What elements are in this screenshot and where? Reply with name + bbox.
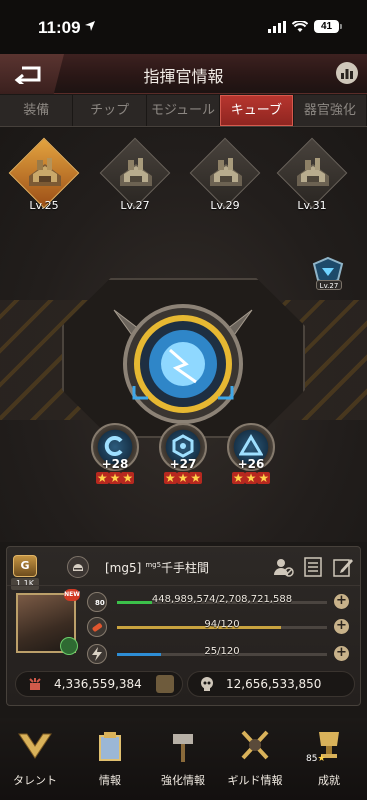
vip-badge-icon — [60, 637, 78, 655]
signal-icon — [268, 20, 286, 33]
gem-c-icon — [104, 436, 123, 456]
nav-label: 強化情報 — [161, 774, 205, 787]
nav-label: ギルド情報 — [227, 774, 283, 787]
achievement-points: 85★ — [306, 754, 326, 764]
page-title: 指揮官情報 — [143, 67, 224, 86]
energy-row: 25/120 + — [83, 643, 353, 665]
tab-equipment[interactable]: 装備 — [0, 95, 74, 126]
header-actions — [272, 556, 354, 578]
nav-guild-info[interactable]: ギルド情報 — [220, 728, 290, 788]
nav-label: タレント — [13, 774, 57, 787]
status-bar: 11:09 41 — [0, 0, 367, 54]
location-arrow-icon — [85, 21, 95, 31]
player-name-text: 千手柱間 — [161, 561, 210, 575]
new-badge: NEW — [64, 589, 80, 601]
commander-portrait[interactable]: NEW — [16, 589, 80, 655]
tab-organ-enhance[interactable]: 器官強化 — [294, 95, 367, 126]
building-icon — [120, 158, 152, 186]
building-icon — [297, 158, 329, 186]
helmet-icon — [67, 556, 89, 578]
commander-level: 80 — [95, 599, 105, 607]
cube-level-badge[interactable]: Lv.27 — [308, 256, 348, 294]
nav-talent[interactable]: タレント — [0, 728, 70, 788]
building-icon — [210, 158, 242, 186]
side-badge-level: Lv.27 — [316, 280, 342, 290]
building-icon — [29, 158, 61, 186]
gem-bonus: +27 — [169, 457, 197, 471]
cube-building-slot[interactable]: Lv.29 — [189, 137, 261, 214]
bottom-nav: タレント 情報 強化情報 ギルド情報 85★ 成就 — [0, 718, 367, 800]
tab-cube[interactable]: キューブ — [220, 95, 294, 126]
gem-stars: ★ ★ ★ — [231, 471, 271, 485]
exp-value: 448,989,574/2,708,721,588 — [151, 594, 293, 605]
exp-row: 80 448,989,574/2,708,721,588 + — [83, 591, 353, 613]
nav-enhance-info[interactable]: 強化情報 — [148, 728, 218, 788]
rank-value: 1.1K — [11, 578, 39, 590]
nav-achievement[interactable]: 85★ 成就 — [294, 728, 364, 788]
stamina-value: 94/120 — [204, 619, 240, 630]
list-icon[interactable] — [302, 556, 324, 578]
building-level: Lv.31 — [297, 199, 327, 212]
cube-area: Lv.25 Lv.27 Lv.29 Lv.31 Lv.27 +28 ★ ★ ★ … — [0, 128, 367, 542]
crossed-swords-icon — [241, 730, 269, 760]
wifi-icon — [292, 20, 308, 32]
rank-badge[interactable]: G — [13, 555, 37, 577]
cube-gem-slot[interactable]: +26 ★ ★ ★ — [224, 423, 278, 487]
cube-gem-slot[interactable]: +28 ★ ★ ★ — [88, 423, 142, 487]
stamina-row: 94/120 + — [83, 616, 353, 638]
stats-button[interactable] — [336, 62, 358, 84]
cube-building-slot[interactable]: Lv.25 — [8, 137, 80, 214]
player-name: [mg5] mg5千手柱間 — [105, 559, 209, 576]
building-level: Lv.25 — [29, 199, 59, 212]
status-icons: 41 — [268, 20, 342, 33]
cube-building-slot[interactable]: Lv.31 — [276, 137, 348, 214]
exp-add-button[interactable]: + — [334, 594, 349, 609]
bar-chart-icon — [341, 69, 353, 79]
kills-box: 12,656,533,850 — [187, 671, 355, 697]
rank-letter: G — [20, 559, 30, 572]
energy-value: 25/120 — [204, 646, 240, 657]
gem-bonus: +26 — [237, 457, 265, 471]
stamina-add-button[interactable]: + — [334, 619, 349, 634]
building-level: Lv.27 — [120, 199, 150, 212]
commander-panel: G 1.1K [mg5] mg5千手柱間 NEW 80 448,989,574/2… — [6, 546, 361, 706]
power-box: 4,336,559,384 — [15, 671, 183, 697]
tab-chip[interactable]: チップ — [73, 95, 147, 126]
level-badge: 80 — [87, 592, 107, 612]
nav-label: 成就 — [318, 774, 340, 787]
panel-divider — [7, 585, 360, 586]
cube-gem-slot[interactable]: +27 ★ ★ ★ — [156, 423, 210, 487]
nav-label: 情報 — [99, 774, 121, 787]
stamina-icon — [87, 617, 107, 637]
gem-stars: ★ ★ ★ — [95, 471, 135, 485]
gem-triangle-icon — [239, 434, 263, 456]
edit-icon[interactable] — [332, 556, 354, 578]
battery-indicator: 41 — [314, 20, 342, 33]
hammer-icon — [173, 734, 193, 762]
energy-icon — [87, 644, 107, 664]
info-icon — [99, 732, 121, 761]
skull-icon — [201, 677, 213, 691]
player-guild-tag: [mg5] — [105, 561, 142, 575]
energy-add-button[interactable]: + — [334, 646, 349, 661]
block-user-icon[interactable] — [272, 556, 294, 578]
kills-value: 12,656,533,850 — [226, 677, 322, 691]
cube-building-slot[interactable]: Lv.27 — [99, 137, 171, 214]
achievement-points-value: 85 — [306, 754, 318, 764]
building-level: Lv.29 — [210, 199, 240, 212]
power-fist-icon — [29, 678, 41, 690]
gem-bonus: +28 — [101, 457, 129, 471]
nav-info[interactable]: 情報 — [75, 728, 145, 788]
tab-bar: 装備 チップ モジュール キューブ 器官強化 — [0, 95, 367, 127]
tab-module[interactable]: モジュール — [147, 95, 221, 126]
energy-core-icon[interactable] — [104, 290, 262, 440]
talent-icon — [18, 733, 52, 759]
status-time: 11:09 — [38, 18, 81, 37]
gem-stars: ★ ★ ★ — [163, 471, 203, 485]
power-value: 4,336,559,384 — [54, 677, 142, 691]
power-detail-icon[interactable] — [156, 675, 174, 693]
title-bar: 指揮官情報 — [0, 54, 367, 94]
player-name-tag: mg5 — [145, 561, 162, 569]
gem-hex-icon — [172, 434, 194, 458]
